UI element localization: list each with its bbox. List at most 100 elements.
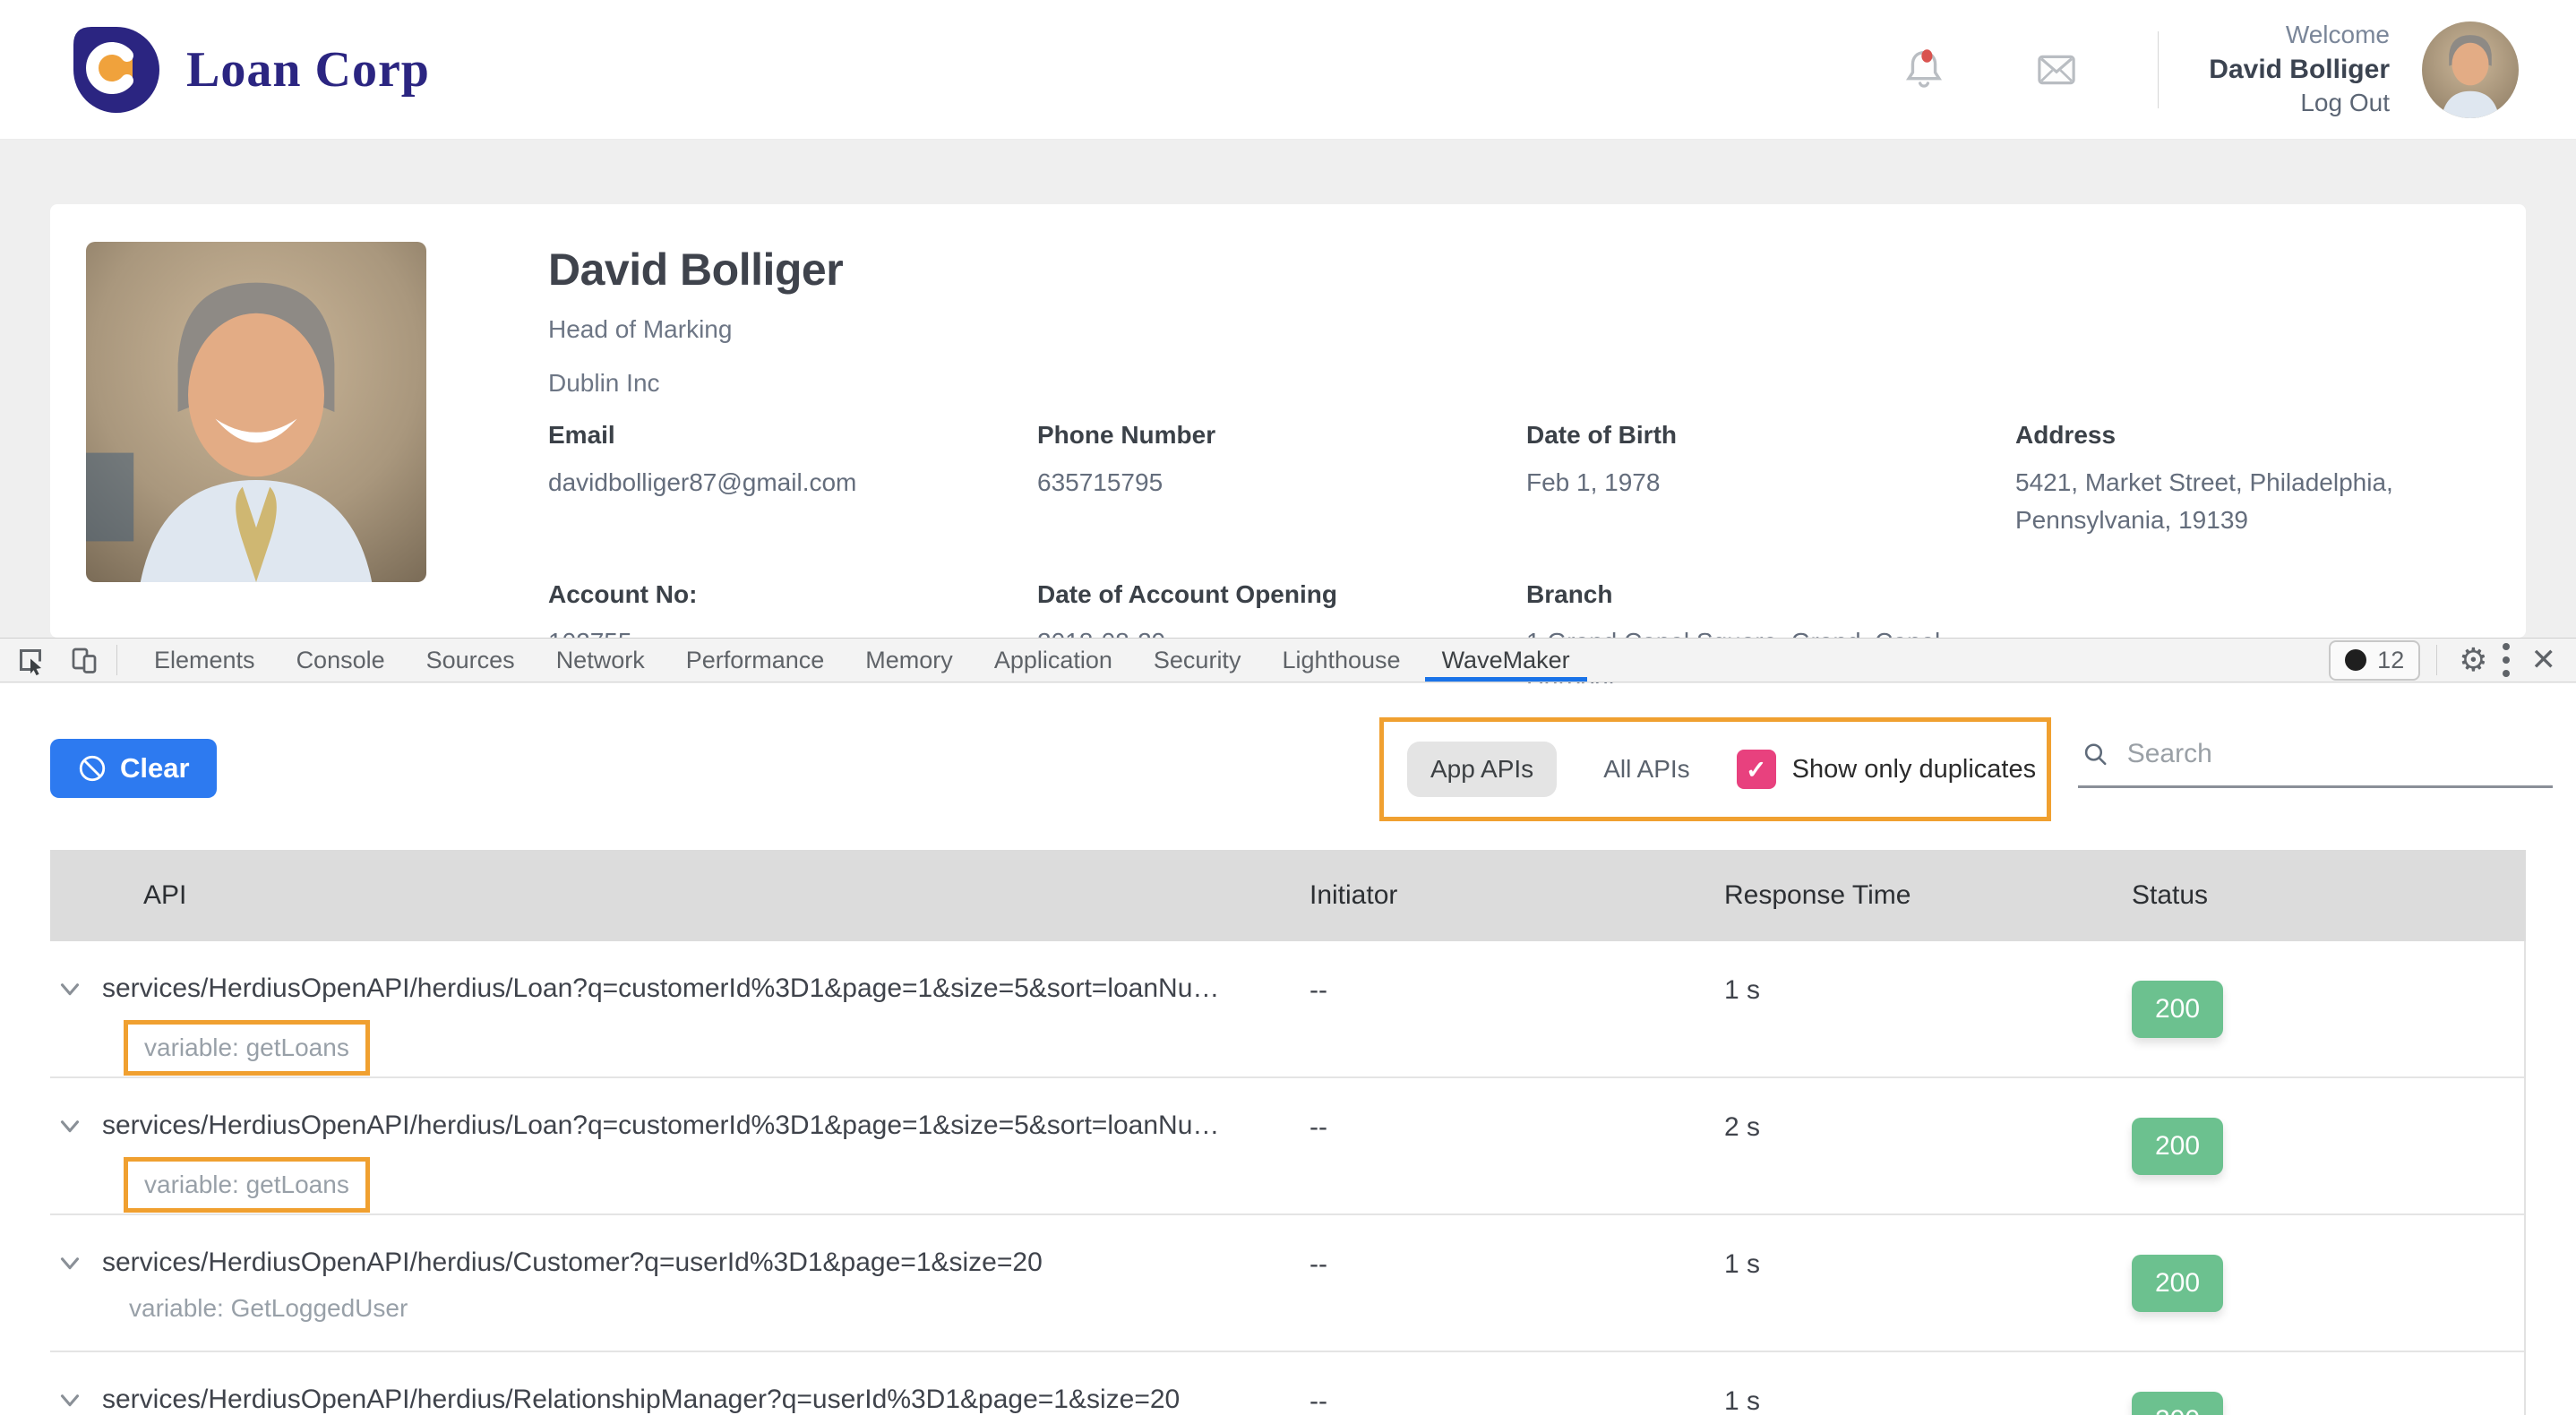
api-calls-table: API Initiator Response Time Status bbox=[50, 850, 2526, 1415]
welcome-text: Welcome bbox=[2209, 19, 2390, 52]
table-row: services/HerdiusOpenAPI/herdius/Loan?q=c… bbox=[50, 941, 2524, 1078]
initiator-cell: -- bbox=[1309, 941, 1724, 1076]
field-label: Address bbox=[2015, 421, 2504, 450]
devtools-tab[interactable]: Memory bbox=[845, 639, 974, 682]
issues-count: 12 bbox=[2377, 647, 2404, 674]
field-value: davidbolliger87@gmail.com bbox=[548, 464, 969, 502]
profile-name: David Bolliger bbox=[548, 244, 2504, 296]
inspect-element-icon[interactable] bbox=[14, 644, 47, 676]
devtools-bar: Elements Console Sources Network Perform… bbox=[0, 638, 2576, 682]
devtools-tab[interactable]: Network bbox=[536, 639, 665, 682]
field-label: Date of Account Opening bbox=[1037, 580, 1526, 609]
devtools-right-controls: 12 ⚙ ✕ bbox=[2329, 639, 2576, 682]
profile-field: Address 5421, Market Street, Philadelphi… bbox=[2015, 421, 2504, 539]
response-time-cell: 1 s bbox=[1724, 1352, 2132, 1415]
profile-info: David Bolliger Head of Marking Dublin In… bbox=[548, 242, 2504, 638]
initiator-cell: -- bbox=[1309, 1215, 1724, 1351]
header-user-name: David Bolliger bbox=[2209, 52, 2390, 88]
devtools-tab[interactable]: Sources bbox=[406, 639, 536, 682]
logout-link[interactable]: Log Out bbox=[2209, 87, 2390, 120]
api-cell: services/HerdiusOpenAPI/herdius/Loan?q=c… bbox=[50, 1078, 1309, 1213]
devtools-tab[interactable]: Application bbox=[974, 639, 1133, 682]
loan-corp-logo-icon bbox=[63, 20, 163, 120]
col-header-response-time: Response Time bbox=[1724, 880, 2132, 911]
api-url: services/HerdiusOpenAPI/herdius/Customer… bbox=[102, 1248, 1043, 1278]
profile-field: Phone Number 635715795 bbox=[1037, 421, 1526, 539]
devtools-tabs: Elements Console Sources Network Perform… bbox=[133, 639, 1591, 682]
console-issues-badge[interactable]: 12 bbox=[2329, 640, 2420, 681]
app-apis-tab[interactable]: App APIs bbox=[1407, 742, 1557, 797]
status-cell: 200 bbox=[2132, 1215, 2524, 1351]
chevron-down-icon[interactable] bbox=[50, 1385, 90, 1415]
profile-company: Dublin Inc bbox=[548, 369, 2504, 398]
all-apis-tab[interactable]: All APIs bbox=[1603, 755, 1689, 784]
api-url: services/HerdiusOpenAPI/herdius/Loan?q=c… bbox=[102, 973, 1219, 1004]
table-row: services/HerdiusOpenAPI/herdius/Loan?q=c… bbox=[50, 1078, 2524, 1215]
chevron-down-icon[interactable] bbox=[50, 1111, 90, 1141]
status-cell: 200 bbox=[2132, 1352, 2524, 1415]
field-label: Phone Number bbox=[1037, 421, 1526, 450]
status-badge: 200 bbox=[2132, 1392, 2223, 1415]
check-icon: ✓ bbox=[1746, 755, 1766, 785]
response-time-cell: 1 s bbox=[1724, 941, 2132, 1076]
wavemaker-panel: Clear App APIs All APIs ✓ Show only dupl… bbox=[0, 683, 2576, 1415]
table-header: API Initiator Response Time Status bbox=[50, 850, 2526, 941]
devtools-tab[interactable]: Elements bbox=[133, 639, 276, 682]
profile-card: David Bolliger Head of Marking Dublin In… bbox=[50, 204, 2526, 638]
device-toolbar-icon[interactable] bbox=[68, 644, 100, 676]
loan-corp-app: Loan Corp Welcome David Bollig bbox=[0, 0, 2576, 1415]
app-header: Loan Corp Welcome David Bollig bbox=[0, 0, 2576, 140]
brand-logo[interactable]: Loan Corp bbox=[63, 20, 430, 120]
api-cell: services/HerdiusOpenAPI/herdius/Loan?q=c… bbox=[50, 941, 1309, 1076]
col-header-status: Status bbox=[2132, 880, 2526, 911]
header-right: Welcome David Bolliger Log Out bbox=[1898, 19, 2519, 121]
duplicates-checkbox[interactable]: ✓ bbox=[1737, 750, 1776, 789]
messages-mail-icon[interactable] bbox=[2032, 46, 2081, 94]
profile-field: Email davidbolliger87@gmail.com bbox=[548, 421, 1037, 539]
status-cell: 200 bbox=[2132, 1078, 2524, 1213]
search-field[interactable] bbox=[2078, 733, 2553, 788]
initiator-cell: -- bbox=[1309, 1078, 1724, 1213]
show-duplicates-control[interactable]: ✓ Show only duplicates bbox=[1737, 750, 2036, 789]
devtools-tab[interactable]: Lighthouse bbox=[1261, 639, 1421, 682]
more-options-kebab-icon[interactable] bbox=[2494, 638, 2519, 682]
issues-dot-icon bbox=[2345, 649, 2366, 671]
chevron-down-icon[interactable] bbox=[50, 1248, 90, 1278]
devtools-tab[interactable]: Security bbox=[1133, 639, 1262, 682]
devtools-tab[interactable]: Performance bbox=[665, 639, 846, 682]
header-divider bbox=[2158, 31, 2159, 108]
devtools-tab[interactable]: WaveMaker bbox=[1421, 639, 1591, 682]
profile-field: Date of Birth Feb 1, 1978 bbox=[1526, 421, 2015, 539]
response-time-cell: 2 s bbox=[1724, 1078, 2132, 1213]
status-badge: 200 bbox=[2132, 981, 2223, 1038]
profile-photo bbox=[86, 242, 426, 582]
table-row: services/HerdiusOpenAPI/herdius/Customer… bbox=[50, 1215, 2524, 1352]
api-cell: services/HerdiusOpenAPI/herdius/Relation… bbox=[50, 1352, 1309, 1415]
field-value: 635715795 bbox=[1037, 464, 1458, 502]
header-avatar[interactable] bbox=[2422, 21, 2519, 118]
welcome-block: Welcome David Bolliger Log Out bbox=[2209, 19, 2390, 121]
chevron-down-icon[interactable] bbox=[50, 973, 90, 1004]
clear-button[interactable]: Clear bbox=[50, 739, 217, 798]
initiator-cell: -- bbox=[1309, 1352, 1724, 1415]
field-label: Email bbox=[548, 421, 1037, 450]
col-header-api: API bbox=[50, 880, 1309, 911]
notifications-bell-icon[interactable] bbox=[1898, 44, 1950, 96]
duplicates-label: Show only duplicates bbox=[1792, 755, 2036, 785]
status-cell: 200 bbox=[2132, 941, 2524, 1076]
devtools-right-divider bbox=[2436, 645, 2437, 675]
profile-title: Head of Marking bbox=[548, 315, 2504, 344]
table-row: services/HerdiusOpenAPI/herdius/Relation… bbox=[50, 1352, 2524, 1415]
brand-name: Loan Corp bbox=[186, 41, 430, 99]
variable-tag: variable: getLoans bbox=[124, 1020, 370, 1076]
devtools-icons-divider bbox=[116, 645, 117, 675]
field-label: Date of Birth bbox=[1526, 421, 2015, 450]
field-label: Account No: bbox=[548, 580, 1037, 609]
search-input[interactable] bbox=[2127, 739, 2549, 769]
settings-gear-icon[interactable]: ⚙ bbox=[2459, 642, 2487, 679]
devtools-tab[interactable]: Console bbox=[276, 639, 406, 682]
variable-tag: variable: getLoans bbox=[124, 1157, 370, 1213]
status-badge: 200 bbox=[2132, 1118, 2223, 1175]
close-devtools-icon[interactable]: ✕ bbox=[2531, 642, 2557, 678]
clear-block-icon bbox=[77, 753, 107, 784]
